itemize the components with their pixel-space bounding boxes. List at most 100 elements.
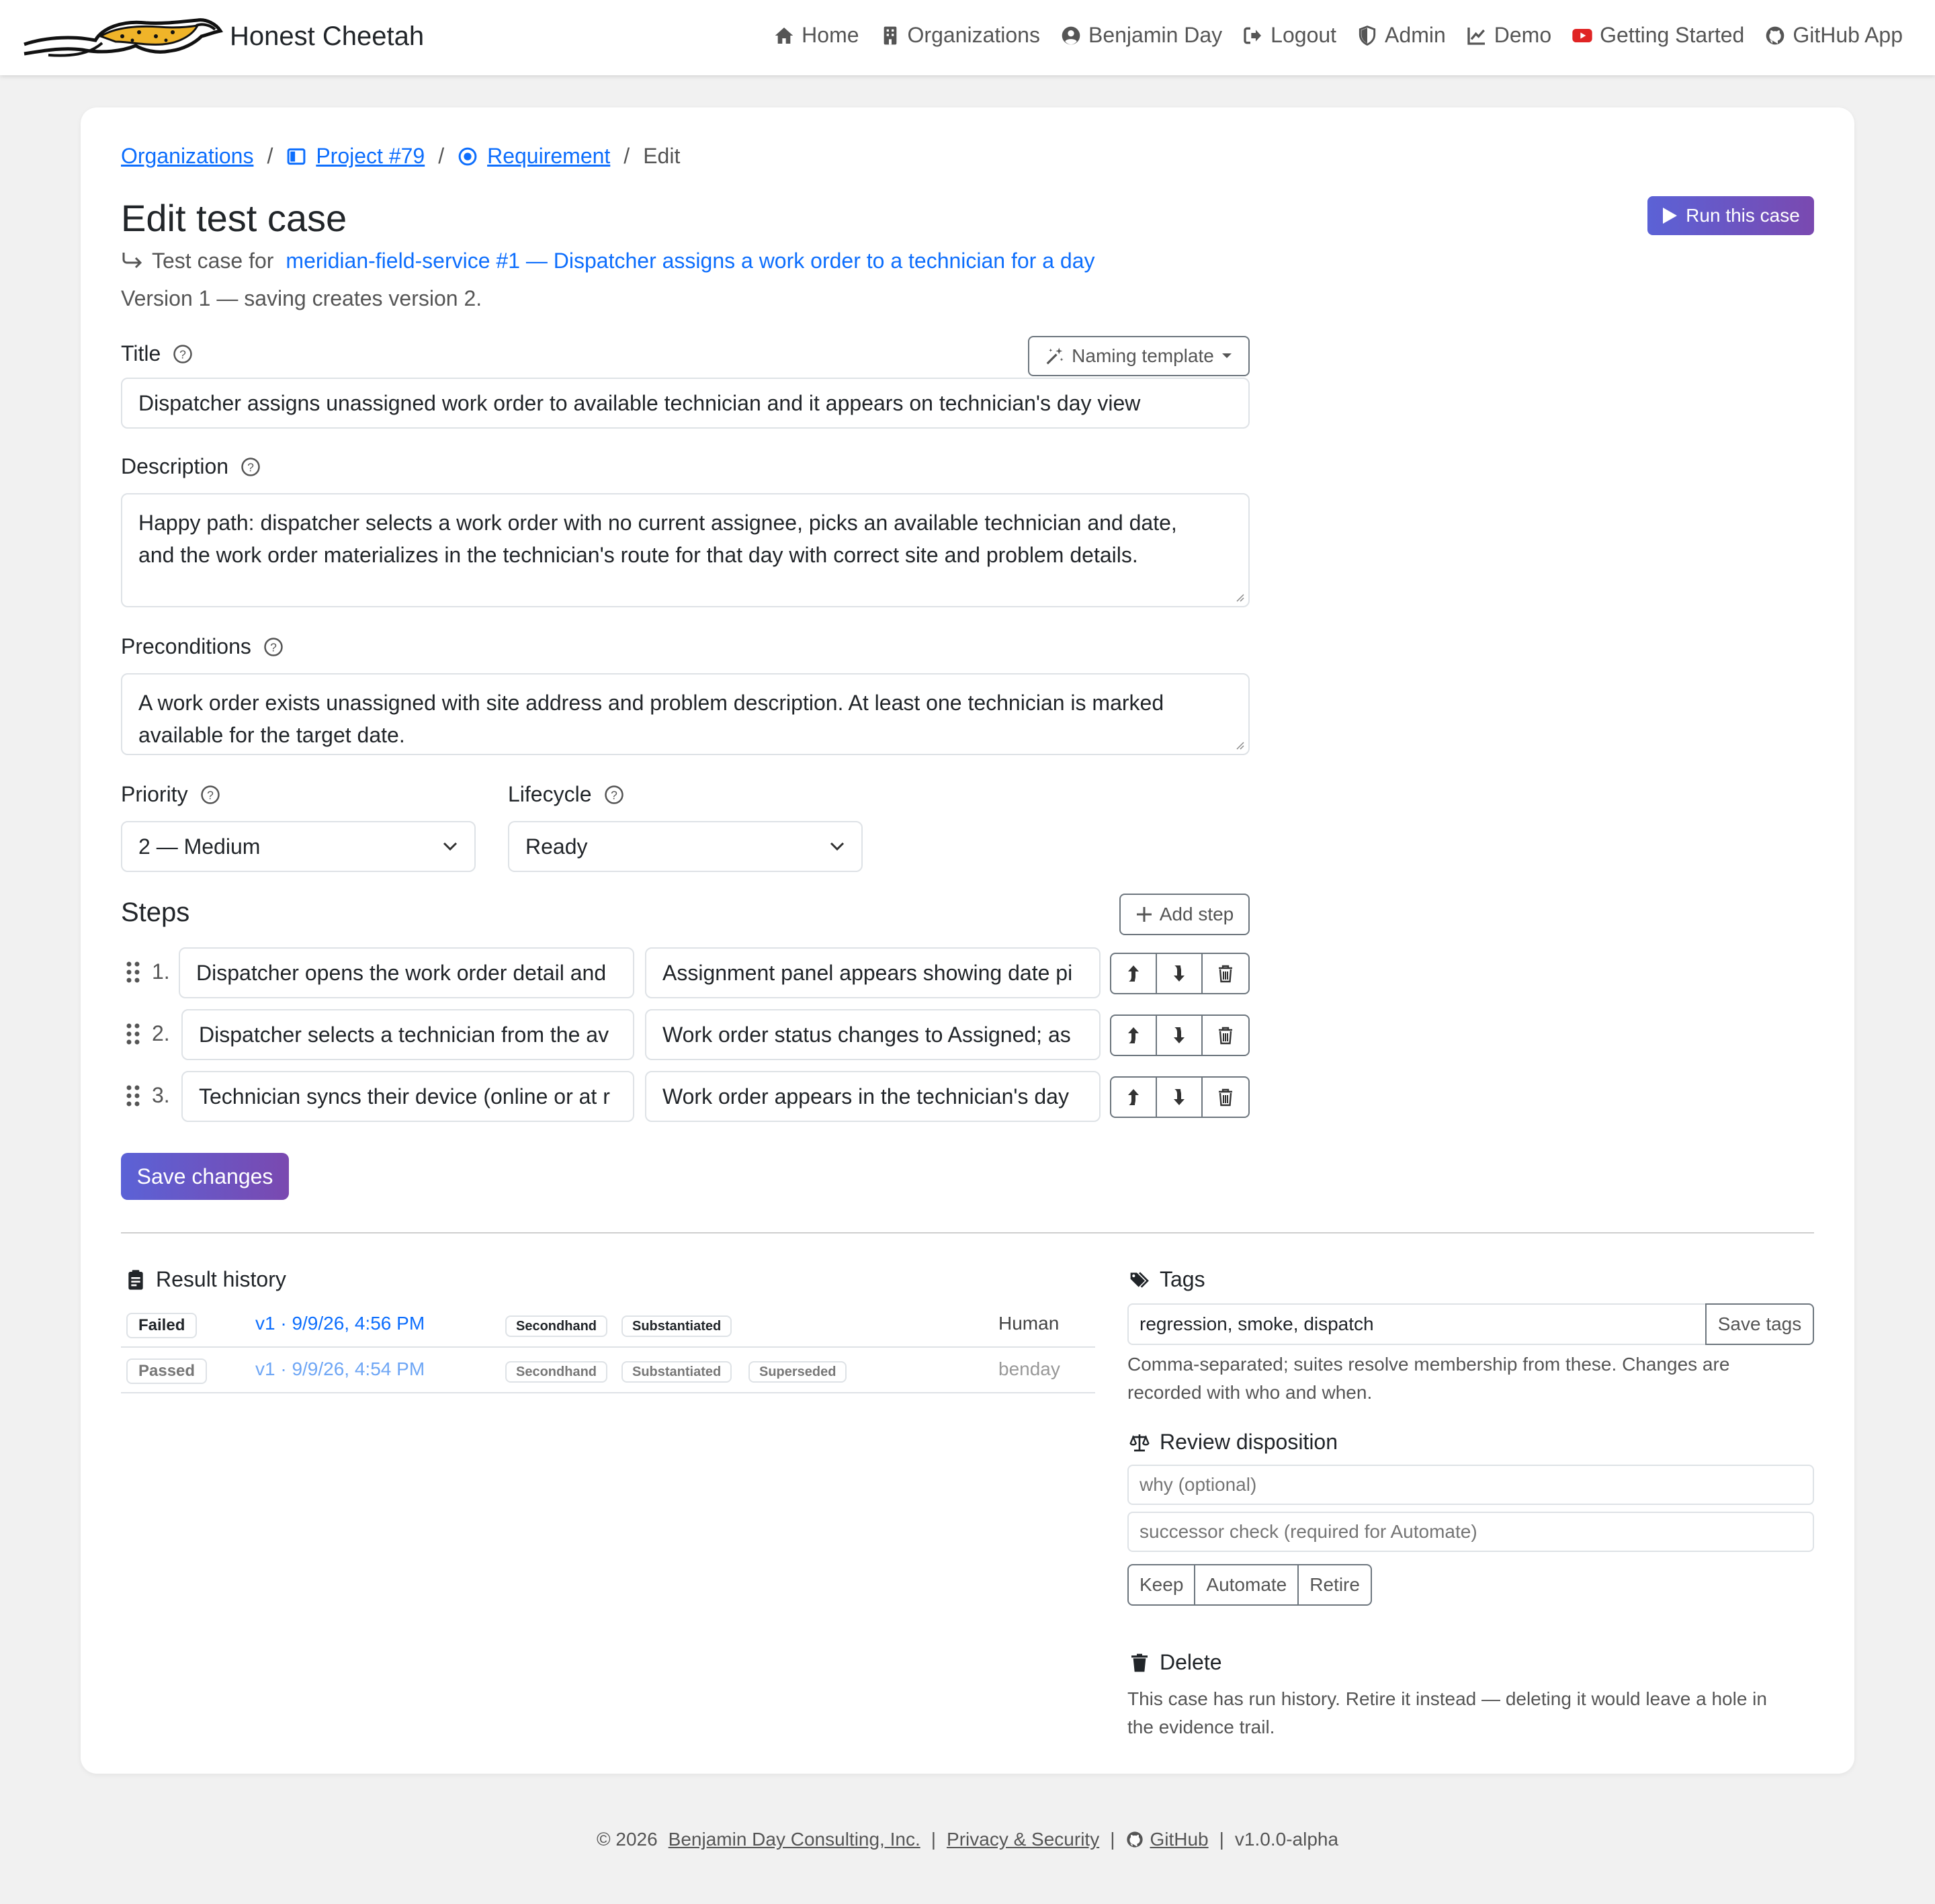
- svg-text:?: ?: [611, 788, 617, 802]
- result-link[interactable]: v1 · 9/9/26, 4:56 PM: [255, 1313, 425, 1334]
- tags-input[interactable]: regression, smoke, dispatch: [1127, 1303, 1707, 1345]
- brand-name[interactable]: Honest Cheetah: [230, 21, 424, 52]
- step-action-input[interactable]: Technician syncs their device (online or…: [181, 1071, 634, 1122]
- nav-home-label: Home: [802, 23, 859, 47]
- nav-organizations-label: Organizations: [907, 23, 1040, 47]
- youtube-icon: [1572, 28, 1592, 42]
- scale-icon: [1129, 1434, 1150, 1451]
- breadcrumb-requirement[interactable]: Requirement: [487, 144, 610, 169]
- why-input[interactable]: [1127, 1465, 1814, 1505]
- delete-step-button[interactable]: [1203, 1078, 1248, 1117]
- breadcrumb-organizations[interactable]: Organizations: [121, 144, 253, 169]
- top-navbar: Honest Cheetah Home Organizations Benjam…: [0, 0, 1935, 75]
- nav-organizations[interactable]: Organizations: [879, 23, 1040, 48]
- lifecycle-select[interactable]: Ready: [508, 821, 863, 872]
- status-badge: Failed: [126, 1313, 198, 1338]
- title-label-group: Title ?: [121, 341, 193, 366]
- save-changes-button[interactable]: Save changes: [121, 1153, 289, 1200]
- tags-heading-group: Tags: [1129, 1267, 1205, 1292]
- add-step-button[interactable]: Add step: [1119, 894, 1250, 935]
- drag-handle-icon[interactable]: [125, 960, 141, 984]
- result-row[interactable]: Failed v1 · 9/9/26, 4:56 PM Secondhand S…: [121, 1302, 1095, 1348]
- home-icon: [775, 27, 793, 44]
- help-circle-icon[interactable]: ?: [200, 785, 220, 805]
- requirement-link[interactable]: meridian-field-service #1 — Dispatcher a…: [286, 249, 1094, 273]
- step-number: 1.: [152, 959, 170, 984]
- page-title: Edit test case: [121, 197, 347, 239]
- help-circle-icon[interactable]: ?: [263, 637, 284, 657]
- step-expected-input[interactable]: Work order appears in the technician's d…: [645, 1071, 1101, 1122]
- description-textarea[interactable]: Happy path: dispatcher selects a work or…: [121, 493, 1250, 607]
- step-number-group: 2.: [125, 1021, 170, 1046]
- tags-icon: [1130, 1271, 1149, 1288]
- priority-select[interactable]: 2 — Medium: [121, 821, 476, 872]
- nav-github-app[interactable]: GitHub App: [1764, 23, 1903, 48]
- nav-getting-started[interactable]: Getting Started: [1572, 23, 1744, 48]
- move-up-button[interactable]: [1111, 954, 1157, 993]
- move-up-button[interactable]: [1111, 1078, 1157, 1117]
- footer: © 2026 Benjamin Day Consulting, Inc. | P…: [0, 1829, 1935, 1850]
- trash-icon: [1219, 1088, 1232, 1107]
- footer-privacy-link[interactable]: Privacy & Security: [947, 1829, 1099, 1850]
- step-expected-input[interactable]: Assignment panel appears showing date pi: [645, 947, 1101, 998]
- run-case-button[interactable]: Run this case: [1647, 196, 1814, 235]
- help-circle-icon[interactable]: ?: [604, 785, 624, 805]
- step-action-input[interactable]: Dispatcher selects a technician from the…: [181, 1009, 634, 1060]
- breadcrumb: Organizations / Project #79 / Requiremen…: [121, 144, 680, 169]
- nav-demo[interactable]: Demo: [1466, 23, 1551, 48]
- title-input[interactable]: Dispatcher assigns unassigned work order…: [121, 378, 1250, 429]
- github-icon: [1766, 26, 1784, 44]
- footer-github-link[interactable]: GitHub: [1150, 1829, 1208, 1850]
- tags-help-line: recorded with who and when.: [1127, 1382, 1373, 1403]
- result-row[interactable]: Passed v1 · 9/9/26, 4:54 PM Secondhand S…: [121, 1348, 1095, 1393]
- footer-company-link[interactable]: Benjamin Day Consulting, Inc.: [669, 1829, 920, 1850]
- help-circle-icon[interactable]: ?: [241, 457, 261, 477]
- retire-button[interactable]: Retire: [1299, 1565, 1371, 1604]
- version-note: Version 1 — saving creates version 2.: [121, 286, 482, 310]
- steps-heading: Steps: [121, 898, 190, 927]
- move-down-button[interactable]: [1157, 1016, 1203, 1055]
- help-circle-icon[interactable]: ?: [173, 344, 193, 364]
- trash-icon: [1219, 965, 1232, 983]
- footer-separator: |: [1219, 1829, 1224, 1850]
- arrow-up-icon: [1128, 1089, 1139, 1105]
- cheetah-logo[interactable]: [22, 16, 223, 59]
- resize-grip-icon[interactable]: [1234, 739, 1244, 750]
- drag-handle-icon[interactable]: [125, 1022, 141, 1046]
- nav-user[interactable]: Benjamin Day: [1060, 23, 1222, 48]
- drag-handle-icon[interactable]: [125, 1084, 141, 1108]
- breadcrumb-separator: /: [267, 144, 273, 168]
- nav-logout[interactable]: Logout: [1242, 23, 1336, 48]
- priority-label-group: Priority ?: [121, 782, 220, 807]
- naming-template-dropdown[interactable]: Naming template: [1028, 336, 1250, 376]
- logout-icon: [1244, 27, 1262, 44]
- move-down-button[interactable]: [1157, 954, 1203, 993]
- keep-button[interactable]: Keep: [1129, 1565, 1196, 1604]
- nav-home[interactable]: Home: [773, 23, 859, 48]
- breadcrumb-current: Edit: [643, 144, 681, 168]
- nav-admin[interactable]: Admin: [1357, 23, 1446, 48]
- step-action-input[interactable]: Dispatcher opens the work order detail a…: [179, 947, 634, 998]
- delete-help-line: the evidence trail.: [1127, 1717, 1275, 1737]
- lifecycle-value: Ready: [525, 834, 588, 859]
- automate-button[interactable]: Automate: [1195, 1565, 1299, 1604]
- trash-icon: [1219, 1027, 1232, 1045]
- delete-step-button[interactable]: [1203, 954, 1248, 993]
- result-link[interactable]: v1 · 9/9/26, 4:54 PM: [255, 1358, 425, 1380]
- delete-step-button[interactable]: [1203, 1016, 1248, 1055]
- preconditions-textarea[interactable]: A work order exists unassigned with site…: [121, 673, 1250, 755]
- priority-label: Priority: [121, 782, 188, 806]
- move-up-button[interactable]: [1111, 1016, 1157, 1055]
- breadcrumb-project[interactable]: Project #79: [316, 144, 425, 169]
- successor-check-input[interactable]: [1127, 1512, 1814, 1552]
- main-nav: Home Organizations Benjamin Day Logout A…: [773, 23, 1903, 48]
- step-expected-input[interactable]: Work order status changes to Assigned; a…: [645, 1009, 1101, 1060]
- preconditions-label-group: Preconditions ?: [121, 634, 284, 659]
- magic-wand-icon: [1046, 347, 1064, 365]
- step-action-group: [1110, 953, 1250, 994]
- move-down-button[interactable]: [1157, 1078, 1203, 1117]
- footer-version: v1.0.0-alpha: [1234, 1829, 1339, 1850]
- delete-help-line: This case has run history. Retire it ins…: [1127, 1688, 1767, 1709]
- resize-grip-icon[interactable]: [1234, 591, 1244, 602]
- save-tags-button[interactable]: Save tags: [1705, 1303, 1814, 1345]
